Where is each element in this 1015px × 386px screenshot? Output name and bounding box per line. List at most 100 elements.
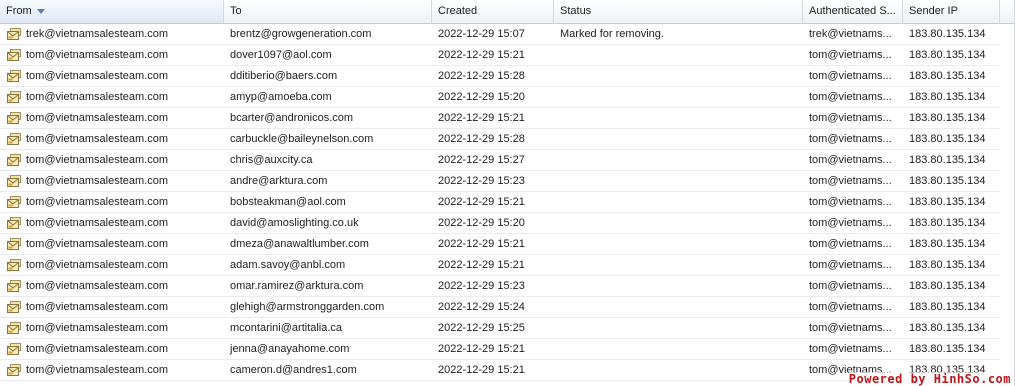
- to-cell: chris@auxcity.ca: [230, 154, 313, 166]
- status-cell: [554, 297, 803, 317]
- status-cell: [554, 255, 803, 275]
- to-cell: david@amoslighting.co.uk: [230, 217, 359, 229]
- from-address: tom@vietnamsalesteam.com: [26, 175, 168, 187]
- sender-ip-cell: 183.80.135.134: [909, 49, 986, 61]
- sender-ip-cell: 183.80.135.134: [909, 343, 986, 355]
- to-cell: omar.ramirez@arktura.com: [230, 280, 364, 292]
- created-cell: 2022-12-29 15:21: [438, 49, 525, 61]
- table-row[interactable]: tom@vietnamsalesteam.com chris@auxcity.ca…: [0, 150, 1000, 171]
- created-cell: 2022-12-29 15:28: [438, 70, 525, 82]
- column-header-sender-ip[interactable]: Sender IP: [903, 0, 1000, 23]
- to-cell: bcarter@andronicos.com: [230, 112, 354, 124]
- envelope-queue-icon: [7, 175, 21, 187]
- table-row[interactable]: tom@vietnamsalesteam.com carbuckle@bailey…: [0, 129, 1000, 150]
- envelope-queue-icon: [7, 259, 21, 271]
- column-header-status[interactable]: Status: [554, 0, 803, 23]
- from-address: tom@vietnamsalesteam.com: [26, 322, 168, 334]
- envelope-queue-icon: [7, 112, 21, 124]
- from-address: tom@vietnamsalesteam.com: [26, 238, 168, 250]
- authenticated-sender-cell: tom@vietnams...: [809, 259, 892, 271]
- column-header-authenticated-sender[interactable]: Authenticated S...: [803, 0, 903, 23]
- from-cell: tom@vietnamsalesteam.com: [0, 339, 224, 359]
- envelope-queue-icon: [7, 49, 21, 61]
- sender-ip-cell: 183.80.135.134: [909, 196, 986, 208]
- table-row[interactable]: tom@vietnamsalesteam.com bcarter@andronic…: [0, 108, 1000, 129]
- status-cell: [554, 276, 803, 296]
- sender-ip-cell: 183.80.135.134: [909, 28, 986, 40]
- envelope-queue-icon: [7, 238, 21, 250]
- sender-ip-cell: 183.80.135.134: [909, 259, 986, 271]
- status-cell: Marked for removing.: [560, 28, 664, 40]
- column-header-label: Sender IP: [909, 5, 958, 17]
- from-address: tom@vietnamsalesteam.com: [26, 280, 168, 292]
- created-cell: 2022-12-29 15:21: [438, 259, 525, 271]
- table-row[interactable]: tom@vietnamsalesteam.com mcontarini@artit…: [0, 318, 1000, 339]
- from-cell: tom@vietnamsalesteam.com: [0, 213, 224, 233]
- to-cell: andre@arktura.com: [230, 175, 328, 187]
- sender-ip-cell: 183.80.135.134: [909, 112, 986, 124]
- grid-body: trek@vietnamsalesteam.com brentz@growgene…: [0, 24, 1000, 381]
- status-cell: [554, 360, 803, 380]
- table-row[interactable]: tom@vietnamsalesteam.com omar.ramirez@ark…: [0, 276, 1000, 297]
- table-row[interactable]: tom@vietnamsalesteam.com dover1097@aol.co…: [0, 45, 1000, 66]
- table-row[interactable]: tom@vietnamsalesteam.com dditiberio@baers…: [0, 66, 1000, 87]
- from-cell: tom@vietnamsalesteam.com: [0, 234, 224, 254]
- from-cell: tom@vietnamsalesteam.com: [0, 66, 224, 86]
- table-row[interactable]: tom@vietnamsalesteam.com andre@arktura.co…: [0, 171, 1000, 192]
- status-cell: [554, 339, 803, 359]
- column-header-label: To: [230, 5, 242, 17]
- status-cell: [554, 129, 803, 149]
- status-cell: [554, 213, 803, 233]
- to-cell: carbuckle@baileynelson.com: [230, 133, 374, 145]
- sender-ip-cell: 183.80.135.134: [909, 217, 986, 229]
- envelope-queue-icon: [7, 364, 21, 376]
- authenticated-sender-cell: tom@vietnams...: [809, 91, 892, 103]
- envelope-queue-icon: [7, 28, 21, 40]
- to-cell: amyp@amoeba.com: [230, 91, 332, 103]
- status-cell: [554, 87, 803, 107]
- from-cell: tom@vietnamsalesteam.com: [0, 297, 224, 317]
- envelope-queue-icon: [7, 133, 21, 145]
- created-cell: 2022-12-29 15:20: [438, 217, 525, 229]
- sender-ip-cell: 183.80.135.134: [909, 301, 986, 313]
- envelope-queue-icon: [7, 217, 21, 229]
- status-cell: [554, 318, 803, 338]
- table-row[interactable]: tom@vietnamsalesteam.com glehigh@armstron…: [0, 297, 1000, 318]
- from-cell: tom@vietnamsalesteam.com: [0, 255, 224, 275]
- status-cell: [554, 108, 803, 128]
- from-address: tom@vietnamsalesteam.com: [26, 364, 168, 376]
- column-header-from[interactable]: From: [0, 0, 224, 23]
- table-row[interactable]: tom@vietnamsalesteam.com bobsteakman@aol.…: [0, 192, 1000, 213]
- from-address: tom@vietnamsalesteam.com: [26, 154, 168, 166]
- to-cell: brentz@growgeneration.com: [230, 28, 372, 40]
- created-cell: 2022-12-29 15:07: [438, 28, 525, 40]
- table-row[interactable]: tom@vietnamsalesteam.com adam.savoy@anbl.…: [0, 255, 1000, 276]
- table-row[interactable]: tom@vietnamsalesteam.com dmeza@anawaltlum…: [0, 234, 1000, 255]
- authenticated-sender-cell: trek@vietnams...: [809, 28, 892, 40]
- column-header-created[interactable]: Created: [432, 0, 554, 23]
- authenticated-sender-cell: tom@vietnams...: [809, 343, 892, 355]
- from-address: tom@vietnamsalesteam.com: [26, 133, 168, 145]
- created-cell: 2022-12-29 15:25: [438, 322, 525, 334]
- from-cell: tom@vietnamsalesteam.com: [0, 150, 224, 170]
- table-row[interactable]: trek@vietnamsalesteam.com brentz@growgene…: [0, 24, 1000, 45]
- authenticated-sender-cell: tom@vietnams...: [809, 70, 892, 82]
- table-row[interactable]: tom@vietnamsalesteam.com jenna@anayahome.…: [0, 339, 1000, 360]
- authenticated-sender-cell: tom@vietnams...: [809, 280, 892, 292]
- authenticated-sender-cell: tom@vietnams...: [809, 322, 892, 334]
- from-cell: tom@vietnamsalesteam.com: [0, 108, 224, 128]
- from-address: tom@vietnamsalesteam.com: [26, 70, 168, 82]
- table-row[interactable]: tom@vietnamsalesteam.com david@amoslighti…: [0, 213, 1000, 234]
- created-cell: 2022-12-29 15:23: [438, 175, 525, 187]
- authenticated-sender-cell: tom@vietnams...: [809, 175, 892, 187]
- to-cell: dmeza@anawaltlumber.com: [230, 238, 369, 250]
- table-row[interactable]: tom@vietnamsalesteam.com amyp@amoeba.com 2…: [0, 87, 1000, 108]
- from-address: tom@vietnamsalesteam.com: [26, 112, 168, 124]
- sender-ip-cell: 183.80.135.134: [909, 133, 986, 145]
- from-address: tom@vietnamsalesteam.com: [26, 259, 168, 271]
- created-cell: 2022-12-29 15:21: [438, 364, 525, 376]
- envelope-queue-icon: [7, 196, 21, 208]
- authenticated-sender-cell: tom@vietnams...: [809, 217, 892, 229]
- authenticated-sender-cell: tom@vietnams...: [809, 238, 892, 250]
- column-header-to[interactable]: To: [224, 0, 432, 23]
